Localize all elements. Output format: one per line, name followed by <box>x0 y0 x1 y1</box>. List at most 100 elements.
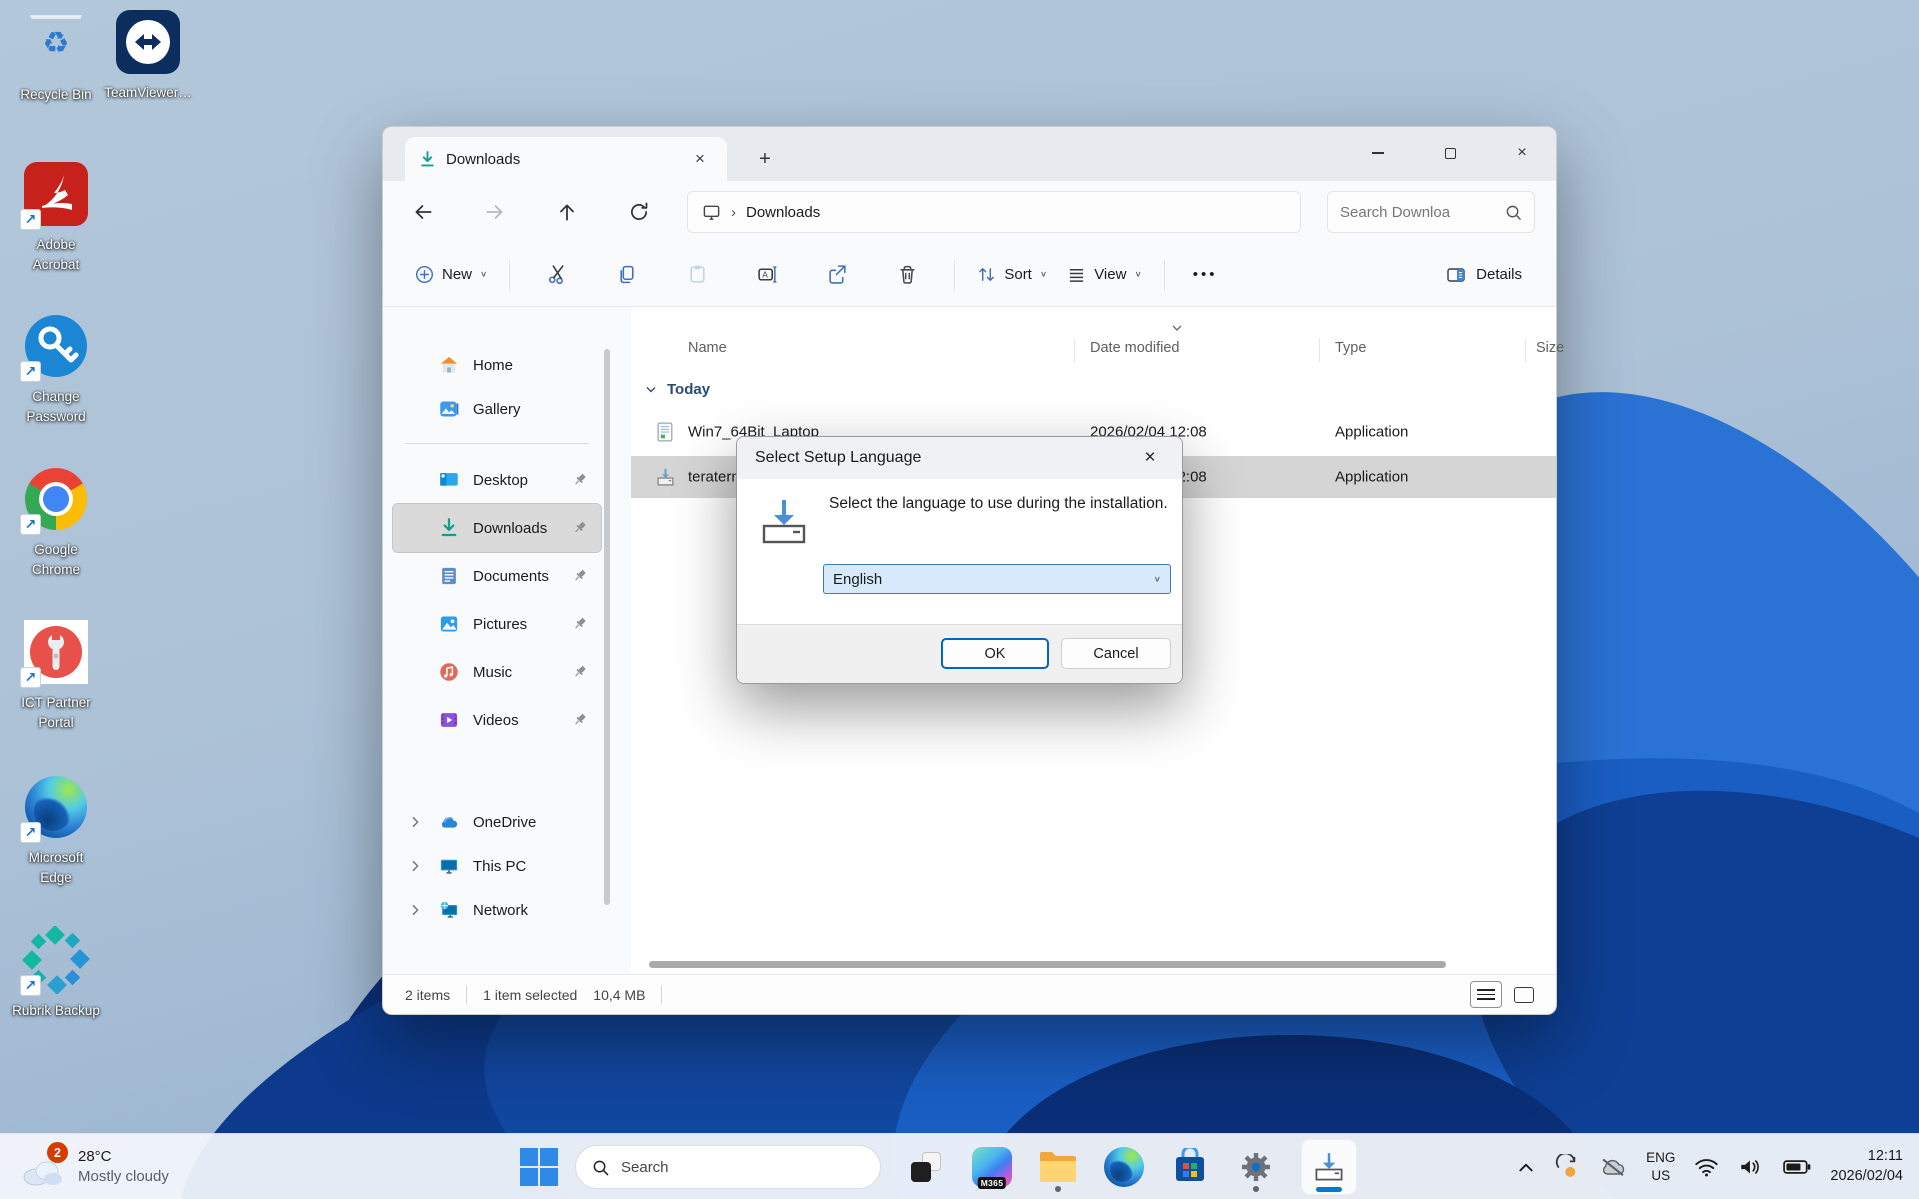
rename-button[interactable]: A <box>745 255 789 295</box>
desktop-icon-microsoft-edge[interactable]: ↗ Microsoft Edge <box>12 773 100 889</box>
sidebar-item-pictures[interactable]: Pictures <box>393 600 601 648</box>
share-button[interactable] <box>815 255 859 295</box>
details-view-toggle[interactable] <box>1470 981 1502 1008</box>
search-input[interactable]: Search Downloa <box>1327 191 1535 233</box>
column-header-name[interactable]: Name <box>688 340 727 356</box>
close-button[interactable]: × <box>1512 143 1532 163</box>
sidebar-item-home[interactable]: Home <box>393 343 601 387</box>
tab-title: Downloads <box>446 150 521 168</box>
sidebar-item-network[interactable]: Network <box>393 888 601 932</box>
copy-button[interactable] <box>605 255 649 295</box>
cut-button[interactable] <box>535 255 579 295</box>
sidebar-item-documents[interactable]: Documents <box>393 552 601 600</box>
column-header-type[interactable]: Type <box>1335 340 1366 356</box>
view-button[interactable]: View ∨ <box>1057 257 1152 292</box>
desktop-icon-adobe-acrobat[interactable]: ↗ Adobe Acrobat <box>12 160 100 276</box>
paste-button[interactable] <box>675 255 719 295</box>
desktop-icon-recycle-bin[interactable]: ♻ Recycle Bin <box>12 10 100 105</box>
sidebar-item-gallery[interactable]: Gallery <box>393 387 601 431</box>
taskbar-search[interactable]: Search <box>575 1145 881 1189</box>
sidebar-item-videos[interactable]: Videos <box>393 696 601 744</box>
store-button[interactable] <box>1169 1140 1211 1194</box>
sidebar-item-this-pc[interactable]: This PC <box>393 844 601 888</box>
refresh-button[interactable] <box>627 200 651 224</box>
dialog-close-icon[interactable]: × <box>1136 447 1164 469</box>
more-options-button[interactable]: ••• <box>1193 266 1218 283</box>
language-indicator[interactable]: ENG US <box>1646 1149 1675 1184</box>
clock[interactable]: 12:11 2026/02/04 <box>1830 1147 1903 1186</box>
delete-button[interactable] <box>885 255 929 295</box>
cancel-button[interactable]: Cancel <box>1061 638 1171 669</box>
thumbnail-view-toggle[interactable] <box>1514 986 1534 1003</box>
download-icon <box>421 150 434 166</box>
svg-text:A: A <box>762 270 768 280</box>
column-divider[interactable] <box>1319 338 1320 362</box>
chevron-down-icon: ∨ <box>1134 270 1142 279</box>
cloud-offline-icon[interactable] <box>1599 1156 1627 1178</box>
address-bar[interactable]: › Downloads <box>687 191 1301 233</box>
up-button[interactable] <box>555 200 579 224</box>
column-header-size[interactable]: Size <box>1536 340 1564 356</box>
forward-button[interactable] <box>483 200 507 224</box>
minimize-button[interactable] <box>1368 143 1388 163</box>
setup-app-button[interactable] <box>1301 1139 1357 1195</box>
edge-button[interactable] <box>1103 1140 1145 1194</box>
language-dropdown[interactable]: English ∨ <box>823 564 1171 594</box>
sidebar-scrollbar[interactable] <box>604 349 610 905</box>
chevron-down-icon: ∨ <box>1153 574 1161 584</box>
new-button[interactable]: New ∨ <box>405 257 497 292</box>
column-divider[interactable] <box>1074 338 1075 362</box>
horizontal-scrollbar[interactable] <box>649 961 1446 968</box>
details-button[interactable]: Details <box>1434 257 1534 293</box>
desktop-icon-change-password[interactable]: ↗ Change Password <box>12 312 100 428</box>
sidebar-item-music[interactable]: Music <box>393 648 601 696</box>
tray-chevron-up-icon[interactable] <box>1517 1160 1535 1174</box>
sort-descending-icon <box>1172 325 1182 331</box>
gear-icon <box>1242 1153 1270 1181</box>
explorer-titlebar: Downloads × + × <box>383 127 1556 181</box>
taskbar-search-placeholder: Search <box>621 1158 669 1176</box>
maximize-button[interactable] <box>1440 143 1460 163</box>
ok-button-label: OK <box>984 645 1006 662</box>
desktop-icon-teamviewer[interactable]: TeamViewer… <box>104 8 192 103</box>
column-divider[interactable] <box>1525 338 1526 362</box>
sync-icon[interactable] <box>1554 1154 1580 1180</box>
volume-icon[interactable] <box>1738 1156 1764 1178</box>
sidebar-item-downloads[interactable]: Downloads <box>392 503 602 553</box>
pin-icon <box>575 666 586 677</box>
task-view-icon <box>911 1152 941 1182</box>
plus-circle-icon <box>415 265 434 284</box>
file-explorer-button[interactable] <box>1037 1140 1079 1194</box>
wifi-icon[interactable] <box>1694 1157 1719 1177</box>
start-button[interactable] <box>519 1140 559 1194</box>
this-pc-icon <box>440 859 458 874</box>
sidebar-item-onedrive[interactable]: OneDrive <box>393 800 601 844</box>
sidebar-item-desktop[interactable]: Desktop <box>393 456 601 504</box>
sidebar-item-label: Documents <box>473 567 549 585</box>
copilot-m365-button[interactable]: M365 <box>971 1140 1013 1194</box>
dialog-title: Select Setup Language <box>755 449 922 466</box>
explorer-tab-downloads[interactable]: Downloads × <box>405 137 727 181</box>
select-setup-language-dialog: Select Setup Language × Select the langu… <box>736 436 1183 684</box>
settings-button[interactable] <box>1235 1140 1277 1194</box>
back-button[interactable] <box>411 200 435 224</box>
task-view-button[interactable] <box>905 1140 947 1194</box>
tab-close-icon[interactable]: × <box>687 146 713 172</box>
chevron-down-icon <box>646 386 656 392</box>
battery-icon[interactable] <box>1783 1158 1811 1176</box>
desktop-icon-google-chrome[interactable]: ↗ Google Chrome <box>12 465 100 581</box>
desktop-icon-ict-partner-portal[interactable]: ↗ ICT Partner Portal <box>12 618 100 734</box>
toolbar-divider <box>954 259 956 290</box>
sort-button[interactable]: Sort ∨ <box>967 257 1057 292</box>
new-tab-button[interactable]: + <box>749 143 781 175</box>
column-header-date-modified[interactable]: Date modified <box>1090 340 1179 356</box>
rubrik-backup-icon: ↗ <box>20 926 90 996</box>
chevron-down-icon: ∨ <box>1039 270 1048 279</box>
explorer-sidebar: Home Gallery Desktop Downloads Documents… <box>383 307 611 976</box>
group-header-today[interactable]: Today <box>645 381 710 398</box>
ok-button[interactable]: OK <box>941 638 1049 669</box>
weather-widget[interactable]: 2 28°C Mostly cloudy <box>14 1134 169 1199</box>
language-line2: US <box>1651 1168 1671 1183</box>
desktop-icon-rubrik-backup[interactable]: ↗ Rubrik Backup <box>12 926 100 1021</box>
